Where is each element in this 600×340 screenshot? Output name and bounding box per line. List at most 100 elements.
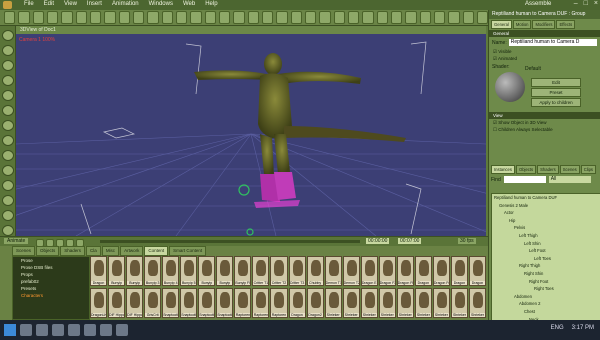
toolbar-tool-icon[interactable] [476,11,489,24]
content-thumbnail[interactable]: GrisCrit [144,288,162,318]
content-thumbnail[interactable]: Dragon [450,256,468,286]
content-thumbnail[interactable]: Dragon [468,256,487,286]
menu-windows[interactable]: Windows [149,1,173,7]
library-tree-item[interactable]: Prose [13,257,89,264]
toolbar-tool-icon[interactable] [233,11,245,24]
content-thumbnail[interactable]: Snaptooth [198,288,216,318]
menu-file[interactable]: File [24,1,34,7]
content-thumbnail[interactable]: Shrieker [432,288,450,318]
content-thumbnail[interactable]: Bunyip [216,256,234,286]
content-thumbnail[interactable]: Shrieker [342,288,360,318]
view-section-header[interactable]: View [489,112,600,119]
library-tree-item[interactable]: Presets [13,285,89,292]
scene-node[interactable]: Left Shin [492,240,600,248]
content-thumbnail[interactable]: Snaptooth [216,288,234,318]
library-tree-item[interactable]: prefab02 [13,278,89,285]
content-thumbnail[interactable]: Shrieker [414,288,432,318]
tool-icon[interactable] [1,180,14,191]
toolbar-tool-icon[interactable] [462,11,474,24]
toolbar-tool-icon[interactable] [118,11,130,24]
content-thumbnail[interactable]: Bunyip 3 [144,256,162,286]
properties-tab[interactable]: Effects [556,20,576,29]
taskbar-app-icon[interactable] [68,324,80,336]
tool-icon[interactable] [1,150,14,161]
content-thumbnail[interactable]: Raptoren [270,288,288,318]
content-thumbnail[interactable]: Critter T2 [270,256,288,286]
tool-icon[interactable] [1,105,14,116]
content-thumbnail[interactable]: Critter T3 [288,256,306,286]
content-thumbnail[interactable]: Raptoren [234,288,252,318]
menu-view[interactable]: View [64,1,77,7]
fps-select[interactable]: 30 fps [458,238,476,244]
toolbar-tool-icon[interactable] [175,11,188,24]
content-thumbnail[interactable]: Snaptooth [180,288,198,318]
find-scope-select[interactable]: All [548,176,591,183]
scene-node[interactable]: Hip [492,217,600,225]
scene-node[interactable]: Abdomen 2 [492,300,600,308]
clock[interactable]: 3:17 PM [572,325,594,331]
tool-icon[interactable] [1,60,14,71]
toolbar-tool-icon[interactable] [405,11,417,24]
end-time[interactable]: 00:07:00 [398,238,422,244]
tool-icon[interactable] [1,45,14,56]
toolbar-tool-icon[interactable] [61,11,73,24]
library-tab[interactable]: Scenes [12,246,36,256]
transform-gizmo[interactable] [238,184,254,236]
timeline-track[interactable] [100,240,360,243]
scene-node[interactable]: Right Foot [492,278,600,286]
content-thumbnail[interactable]: Dragon2 [306,288,324,318]
properties-tab[interactable]: Motion [512,20,532,29]
content-thumbnail[interactable]: Dragon Fr [432,256,450,286]
toolbar-tool-icon[interactable] [32,11,44,24]
minimize-button[interactable]: – [574,0,578,7]
start-time[interactable]: 00:00:00 [366,238,390,244]
toolbar-tool-icon[interactable] [132,11,145,24]
children-selectable-checkbox[interactable]: ☐ Children Always Selectable [489,126,600,133]
scene-tab[interactable]: Clips [580,165,597,174]
tool-icon[interactable] [1,225,14,236]
scene-node[interactable]: Left Toes [492,255,600,263]
animate-dropdown[interactable]: Animate [4,238,29,244]
content-thumbnail[interactable]: Shrieker [396,288,414,318]
visible-checkbox[interactable]: ☑ Visible [489,48,600,55]
toolbar-tool-icon[interactable] [190,11,202,24]
toolbar-tool-icon[interactable] [290,11,302,24]
general-section-header[interactable]: General [489,30,600,37]
tool-icon[interactable] [1,75,14,86]
scene-node[interactable]: Pelvis [492,224,600,232]
tool-icon[interactable] [1,120,14,131]
content-thumbnail[interactable]: Chubby [306,256,324,286]
library-tree-item[interactable]: Characters [13,292,89,299]
scene-node[interactable]: Chest [492,308,600,316]
library-tab[interactable]: Misc [101,246,120,256]
toolbar-tool-icon[interactable] [104,11,116,24]
content-thumbnail[interactable]: Dragon Fl [396,256,414,286]
content-thumbnail[interactable]: Shrieker [378,288,396,318]
menu-animation[interactable]: Animation [112,1,139,7]
toolbar-tool-icon[interactable] [362,11,374,24]
taskbar-app-icon[interactable] [36,324,48,336]
toolbar-tool-icon[interactable] [4,11,16,24]
tool-icon[interactable] [1,210,14,221]
toolbar-tool-icon[interactable] [261,11,274,24]
toolbar-tool-icon[interactable] [218,11,231,24]
content-thumbnail[interactable]: Dragon [90,256,108,286]
scene-tab[interactable]: Scenes [559,165,580,174]
content-thumbnail[interactable]: Bunyip Flm [234,256,252,286]
scene-node[interactable]: Right Toes [492,285,600,293]
tool-icon[interactable] [1,195,14,206]
menu-web[interactable]: Web [183,1,195,7]
content-thumbnail[interactable]: DIF Hippo [108,288,126,318]
toolbar-tool-icon[interactable] [161,11,173,24]
toolbar-tool-icon[interactable] [419,11,431,24]
toolbar-tool-icon[interactable] [18,11,30,24]
scene-node[interactable]: Reptiliand human to Camera DUF [492,194,600,202]
library-tree-item[interactable]: Props [13,271,89,278]
content-thumbnail[interactable]: Dragon F2 [378,256,396,286]
content-thumbnail[interactable]: Shrieker [468,288,487,318]
menu-edit[interactable]: Edit [44,1,54,7]
maximize-button[interactable]: □ [584,0,588,7]
content-thumbnail[interactable]: Shrieker [360,288,378,318]
content-thumbnail[interactable]: Bunyip 5 [180,256,198,286]
name-field[interactable]: Reptiliand human to Camera D [508,39,597,46]
